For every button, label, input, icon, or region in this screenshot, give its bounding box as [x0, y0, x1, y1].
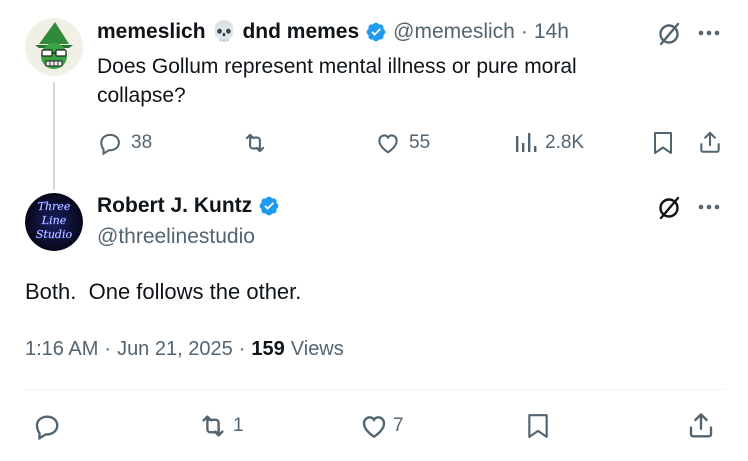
reply-retweet-count: 1 — [233, 415, 244, 436]
reply-like-button[interactable]: 7 — [359, 411, 404, 441]
avatar-text-line: Line — [41, 214, 67, 227]
reply-time[interactable]: 1:16 AM — [25, 338, 98, 361]
dot-separator: · — [104, 338, 112, 360]
share-icon — [700, 131, 720, 153]
parent-views-button[interactable]: 2.8K — [515, 130, 584, 156]
parent-author-name[interactable]: memeslich — [97, 20, 206, 44]
dot-separator: · — [520, 19, 528, 43]
reply-date[interactable]: Jun 21, 2025 — [117, 338, 233, 361]
divider — [24, 389, 724, 390]
reply-retweet-button[interactable]: 1 — [197, 411, 244, 441]
bookmark-icon — [654, 132, 672, 154]
grok-icon[interactable] — [656, 195, 682, 221]
reply-share-button[interactable] — [686, 410, 716, 440]
reply-bookmark-button[interactable] — [525, 411, 551, 441]
wizard-skull-avatar-icon — [25, 18, 83, 76]
parent-like-count: 55 — [409, 132, 431, 153]
parent-tweet-header: memeslich 💀 dnd memes @memeslich · 14h — [97, 19, 569, 44]
parent-bookmark-button[interactable] — [651, 130, 675, 156]
more-options-icon[interactable] — [698, 30, 720, 36]
parent-share-button[interactable] — [697, 129, 723, 155]
retweet-icon — [241, 130, 269, 156]
analytics-bar-icon — [515, 130, 537, 156]
parent-handle[interactable]: @memeslich — [393, 20, 515, 44]
heart-icon — [359, 411, 389, 441]
parent-views-count: 2.8K — [545, 132, 585, 153]
verified-badge-icon — [365, 21, 387, 43]
parent-tweet-text: Does Gollum represent mental illness or … — [97, 55, 577, 107]
heart-icon — [375, 130, 401, 156]
reply-tweet-header: Robert J. Kuntz — [97, 194, 280, 218]
threelinestudio-avatar[interactable]: Three Line Studio — [25, 193, 83, 251]
reply-like-count: 7 — [393, 415, 404, 436]
parent-reply-button[interactable]: 38 — [97, 130, 152, 156]
grok-icon[interactable] — [656, 21, 682, 47]
parent-retweet-button[interactable] — [241, 130, 277, 156]
avatar-text-three: Three — [38, 200, 71, 213]
dot-separator: · — [238, 338, 246, 360]
reply-handle[interactable]: @threelinestudio — [97, 225, 255, 249]
memeslich-avatar[interactable] — [25, 18, 83, 76]
parent-author-name-suffix[interactable]: dnd memes — [242, 20, 359, 44]
verified-badge-icon — [258, 195, 280, 217]
reply-icon — [97, 130, 123, 156]
reply-reply-button[interactable] — [32, 411, 70, 441]
three-line-studio-logo-icon: Three Line Studio — [25, 193, 83, 251]
skull-emoji: 💀 — [211, 21, 237, 43]
parent-reply-count: 38 — [131, 132, 153, 153]
reply-tweet-text: Both. One follows the other. — [25, 279, 302, 304]
more-options-icon[interactable] — [698, 204, 720, 210]
reply-views-label: Views — [290, 338, 344, 360]
parent-time-ago[interactable]: 14h — [534, 20, 569, 44]
reply-author-name[interactable]: Robert J. Kuntz — [97, 194, 252, 218]
avatar-text-studio: Studio — [36, 228, 73, 241]
parent-like-button[interactable]: 55 — [375, 130, 430, 156]
retweet-icon — [197, 411, 229, 441]
reply-icon — [32, 411, 62, 441]
reply-views-count: 159 — [251, 338, 285, 360]
share-icon — [689, 413, 713, 438]
reply-timestamp-row: 1:16 AM · Jun 21, 2025 · 159 Views — [25, 338, 344, 361]
thread-connector-line — [53, 82, 55, 190]
bookmark-icon — [528, 414, 548, 438]
